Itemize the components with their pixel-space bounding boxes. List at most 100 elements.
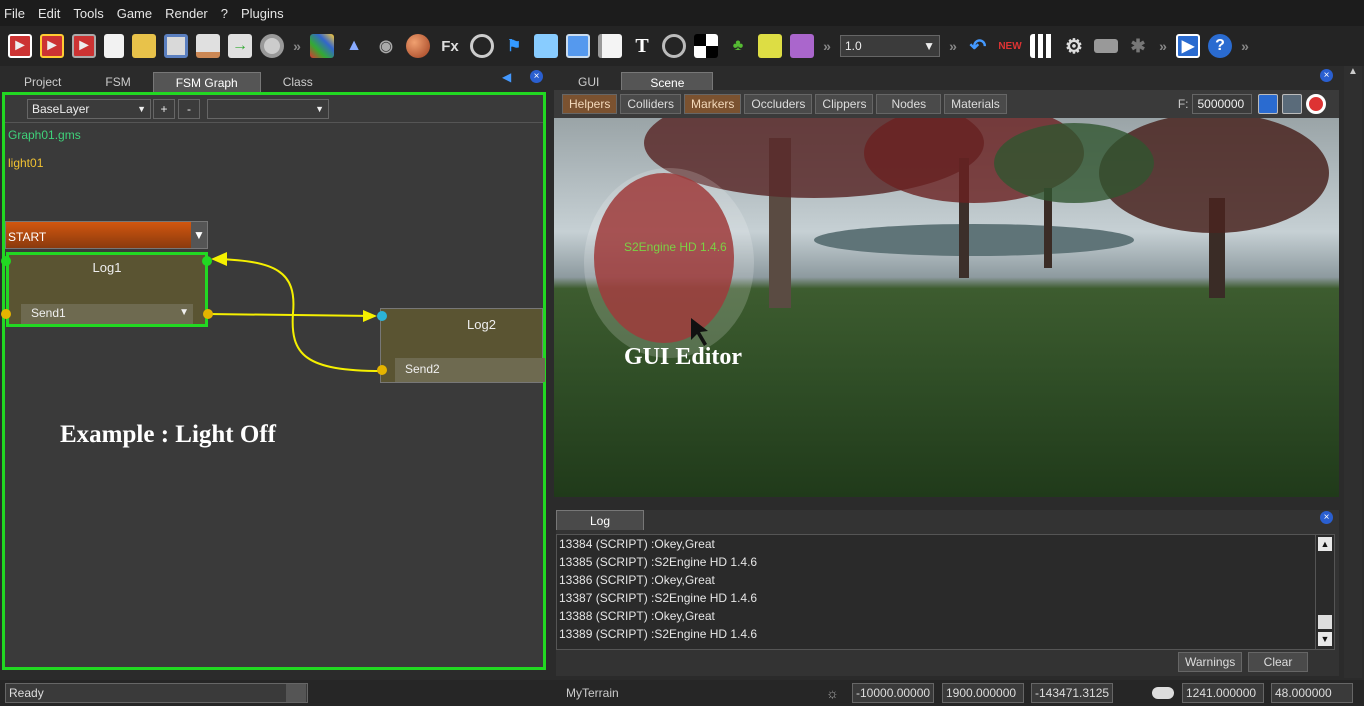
fx-icon[interactable]: Fx: [438, 34, 462, 58]
window-icon[interactable]: [566, 34, 590, 58]
export-icon[interactable]: [196, 34, 220, 58]
sun-icon[interactable]: ✱: [1126, 34, 1150, 58]
save-icon[interactable]: [164, 34, 188, 58]
purple-doc-icon[interactable]: [790, 34, 814, 58]
disc-icon[interactable]: [260, 34, 284, 58]
menu-file[interactable]: File: [4, 6, 25, 21]
undo-icon[interactable]: ↶: [966, 34, 990, 58]
close-panel-icon[interactable]: ×: [1320, 69, 1333, 82]
tree-icon[interactable]: ♣: [726, 34, 750, 58]
markers-button[interactable]: Markers: [684, 94, 742, 114]
scene-panel: Helpers Colliders Markers Occluders Clip…: [554, 90, 1339, 497]
send-dropdown[interactable]: Send2: [395, 358, 545, 382]
state-node-log1[interactable]: Log1 Send1 ▼: [6, 252, 208, 327]
more-chevron-icon[interactable]: »: [948, 34, 958, 58]
tab-fsm[interactable]: FSM: [83, 72, 152, 92]
new-scene-icon[interactable]: ►: [8, 34, 32, 58]
occluders-button[interactable]: Occluders: [744, 94, 813, 114]
menu-bar: File Edit Tools Game Render ? Plugins: [0, 0, 1364, 26]
flag-icon[interactable]: ⚑: [502, 34, 526, 58]
scroll-up-icon[interactable]: ▲: [1318, 537, 1332, 551]
zoom-combo[interactable]: 1.0 ▼: [840, 35, 940, 57]
node-title: Log2: [467, 317, 496, 332]
tab-gui[interactable]: GUI: [556, 72, 621, 92]
close-panel-icon[interactable]: ×: [530, 70, 543, 83]
scrollbar[interactable]: ▲: [1344, 66, 1362, 678]
scene-viewport[interactable]: S2Engine HD 1.4.6 GUI Editor: [554, 118, 1339, 497]
text-icon[interactable]: T: [630, 34, 654, 58]
scroll-thumb[interactable]: [1318, 615, 1332, 629]
output-port[interactable]: [203, 309, 213, 319]
focus-icon[interactable]: [1258, 94, 1279, 114]
collapse-left-icon[interactable]: ◀: [502, 70, 511, 84]
menu-edit[interactable]: Edit: [38, 6, 60, 21]
output-port[interactable]: [1, 309, 11, 319]
settings-icon[interactable]: ⚙: [1062, 34, 1086, 58]
more-chevron-icon[interactable]: »: [1158, 34, 1168, 58]
new-icon[interactable]: NEW: [998, 34, 1022, 58]
output-port[interactable]: [377, 365, 387, 375]
open-scene-icon[interactable]: ►: [40, 34, 64, 58]
far-plane-label: F:: [1177, 97, 1189, 111]
coord-x: -10000.00000: [852, 683, 934, 703]
open-folder-icon[interactable]: [132, 34, 156, 58]
import-icon[interactable]: →: [228, 34, 252, 58]
start-node[interactable]: START ▼: [5, 221, 208, 249]
input-port[interactable]: [377, 311, 387, 321]
state-node-log2[interactable]: Log2 Send2: [380, 308, 545, 383]
more-chevron-icon[interactable]: »: [822, 34, 832, 58]
sphere-icon[interactable]: [406, 34, 430, 58]
document-icon[interactable]: [534, 34, 558, 58]
keyboard-icon[interactable]: [1094, 39, 1118, 53]
menu-tools[interactable]: Tools: [73, 6, 103, 21]
colliders-button[interactable]: Colliders: [620, 94, 682, 114]
lifebuoy-icon[interactable]: [1306, 94, 1327, 114]
grid-icon[interactable]: [1030, 34, 1054, 58]
save-scene-icon[interactable]: ►: [72, 34, 96, 58]
coord-y: 1900.000000: [942, 683, 1024, 703]
chevron-down-icon[interactable]: ▼: [191, 222, 207, 248]
tab-class[interactable]: Class: [261, 72, 335, 92]
clear-button[interactable]: Clear: [1248, 652, 1308, 672]
example-annotation: Example : Light Off: [60, 421, 276, 448]
tab-scene[interactable]: Scene: [621, 72, 714, 92]
help-icon[interactable]: ?: [1208, 34, 1232, 58]
camera-icon[interactable]: [1282, 94, 1303, 114]
page-icon[interactable]: [758, 34, 782, 58]
log-scrollbar[interactable]: ▲ ▼: [1315, 534, 1335, 650]
tab-log[interactable]: Log: [556, 510, 644, 530]
gauge-icon[interactable]: [662, 34, 686, 58]
input-port[interactable]: [202, 256, 212, 266]
scroll-down-icon[interactable]: ▼: [1318, 632, 1332, 646]
note-icon[interactable]: [598, 34, 622, 58]
menu-help[interactable]: ?: [221, 6, 228, 21]
menu-plugins[interactable]: Plugins: [241, 6, 284, 21]
tab-fsm-graph[interactable]: FSM Graph: [152, 72, 261, 92]
cube-icon[interactable]: [310, 34, 334, 58]
terrain-icon[interactable]: ▲: [342, 34, 366, 58]
more-chevron-icon[interactable]: »: [1240, 34, 1250, 58]
helpers-button[interactable]: Helpers: [562, 94, 618, 114]
tree-canopy: [994, 123, 1154, 203]
checker-icon[interactable]: [694, 34, 718, 58]
materials-button[interactable]: Materials: [944, 94, 1007, 114]
far-plane-input[interactable]: 5000000: [1192, 94, 1253, 114]
scroll-up-icon[interactable]: ▲: [1344, 66, 1362, 77]
sculpt-icon[interactable]: ◉: [374, 34, 398, 58]
input-port[interactable]: [1, 256, 11, 266]
nodes-button[interactable]: Nodes: [876, 94, 942, 114]
send-label: Send1: [31, 306, 66, 320]
menu-game[interactable]: Game: [117, 6, 152, 21]
wheel-icon[interactable]: [470, 34, 494, 58]
warnings-button[interactable]: Warnings: [1178, 652, 1243, 672]
send-dropdown[interactable]: Send1 ▼: [21, 304, 193, 324]
fsm-graph-panel[interactable]: BaseLayer ▼ + - ▼ Graph01.gms light01 ST…: [1, 92, 546, 670]
tab-project[interactable]: Project: [2, 72, 83, 92]
log-line: 13385 (SCRIPT) :S2Engine HD 1.4.6: [559, 555, 758, 569]
close-panel-icon[interactable]: ×: [1320, 511, 1333, 524]
clippers-button[interactable]: Clippers: [815, 94, 874, 114]
new-file-icon[interactable]: [104, 34, 124, 58]
menu-render[interactable]: Render: [165, 6, 208, 21]
more-chevron-icon[interactable]: »: [292, 34, 302, 58]
play-icon[interactable]: ▶: [1176, 34, 1200, 58]
